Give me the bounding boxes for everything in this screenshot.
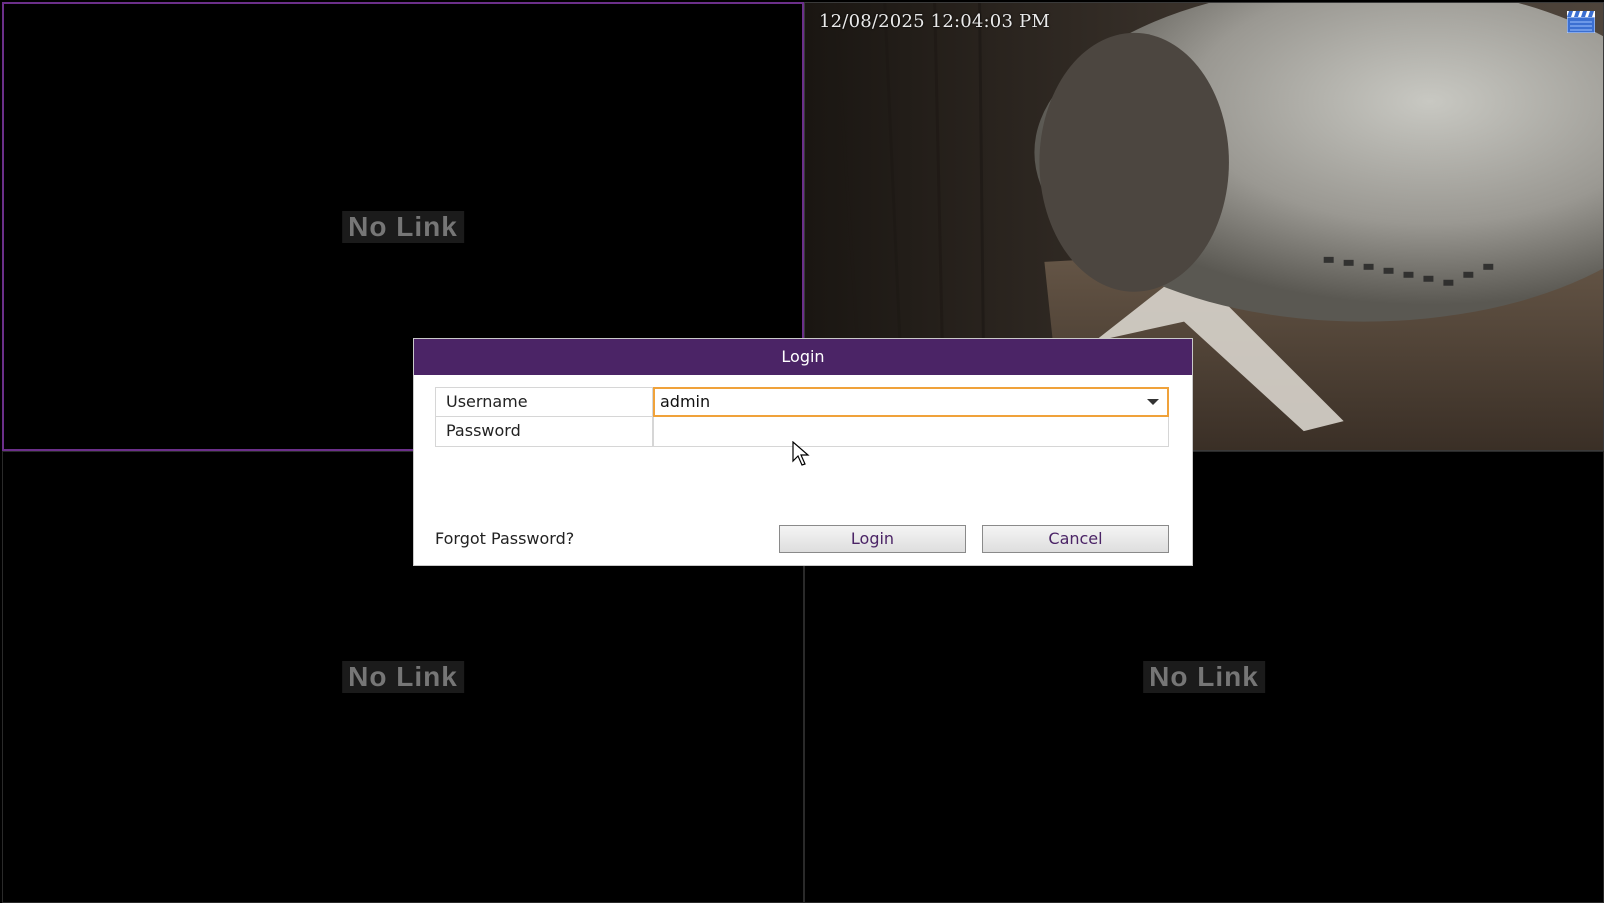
recording-clapperboard-icon: [1567, 11, 1595, 33]
chevron-down-icon[interactable]: [1147, 399, 1159, 405]
username-row: Username admin: [435, 387, 1169, 417]
cancel-button[interactable]: Cancel: [982, 525, 1169, 553]
password-field-wrapper[interactable]: [653, 417, 1169, 447]
username-select[interactable]: admin: [653, 387, 1169, 417]
username-label: Username: [435, 387, 653, 417]
no-link-label: No Link: [342, 661, 464, 693]
password-label: Password: [435, 417, 653, 447]
login-form: Username admin Password: [435, 387, 1169, 447]
forgot-password-link[interactable]: Forgot Password?: [435, 529, 574, 548]
no-link-label: No Link: [1143, 661, 1265, 693]
dialog-title: Login: [414, 339, 1192, 375]
password-field[interactable]: [653, 417, 1169, 447]
login-button[interactable]: Login: [779, 525, 966, 553]
username-value: admin: [660, 392, 711, 411]
mouse-pointer-icon: [792, 441, 810, 466]
osd-timestamp: 12/08/2025 12:04:03 PM: [819, 11, 1050, 32]
username-field[interactable]: admin: [653, 387, 1169, 417]
no-link-label: No Link: [342, 210, 464, 243]
